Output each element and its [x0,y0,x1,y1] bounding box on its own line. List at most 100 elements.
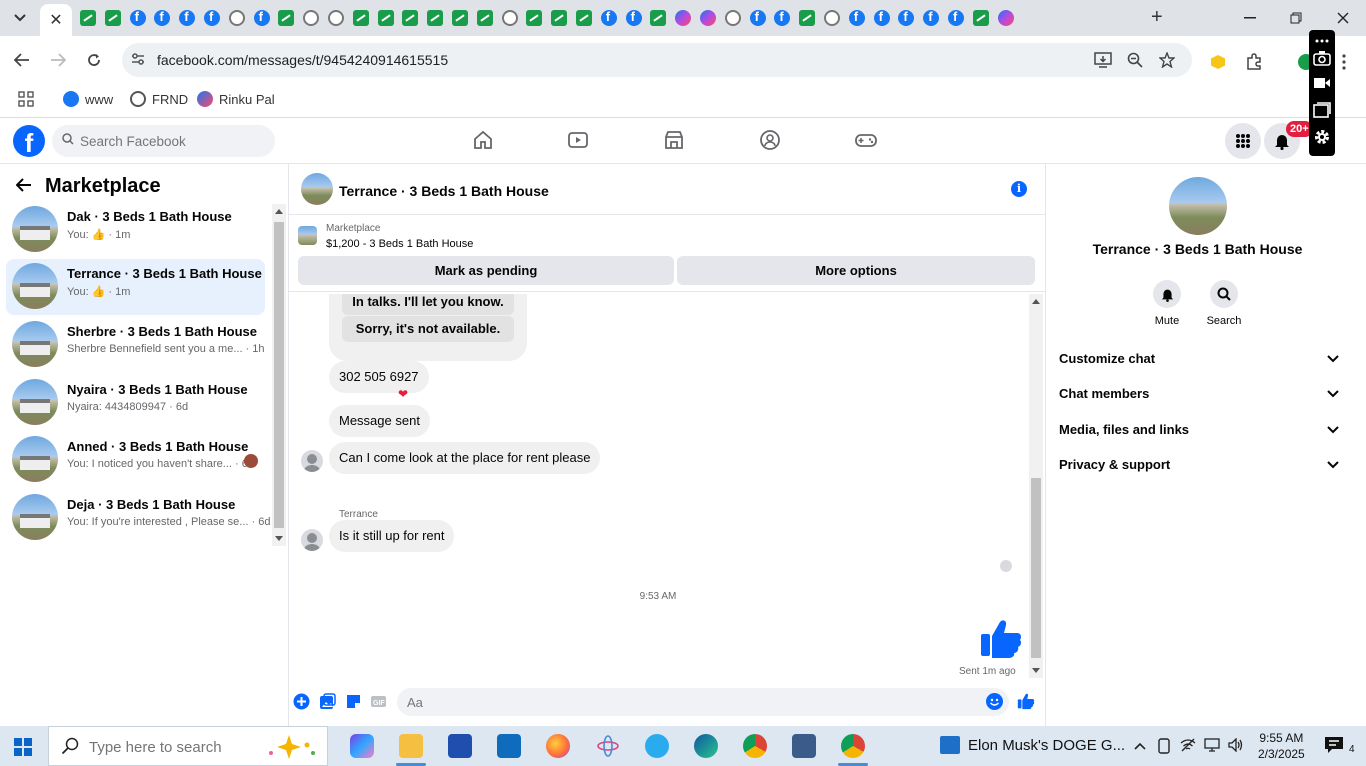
privacy-support-section[interactable]: Privacy & support [1059,449,1339,479]
install-app-icon[interactable] [1094,51,1112,69]
conversation-item[interactable]: Sherbre · 3 Beds 1 Bath House Sherbre Be… [6,317,265,373]
file-explorer-icon[interactable] [399,734,423,758]
window-capture-icon[interactable] [1313,102,1331,120]
taskbar-search-input[interactable] [89,736,249,758]
mute-button[interactable]: Mute [1142,280,1192,327]
tab-favicon-green-icon[interactable] [551,10,568,26]
media-files-links-section[interactable]: Media, files and links [1059,414,1339,444]
chrome-profile-icon[interactable] [841,734,865,758]
active-tab[interactable]: ✕ [40,4,72,36]
tab-close-icon[interactable]: ✕ [49,10,62,30]
tab-favicon-green-icon[interactable] [427,10,444,26]
tab-favicon-facebook-icon[interactable] [204,9,220,26]
back-icon[interactable] [10,48,34,72]
scroll-down-icon[interactable] [275,536,283,541]
tab-favicon-globe-icon[interactable] [724,10,741,26]
video-icon[interactable] [567,129,591,153]
tab-search-chevron-icon[interactable] [8,6,32,30]
action-center-icon[interactable] [1324,736,1344,754]
sticker-icon[interactable] [345,693,363,711]
photo-icon[interactable] [319,693,337,711]
no-network-icon[interactable] [1180,738,1196,754]
groups-icon[interactable] [759,129,783,153]
camera-icon[interactable] [1313,50,1331,68]
tab-favicon-green-icon[interactable] [476,10,493,26]
back-arrow-icon[interactable] [15,176,36,196]
listing-price[interactable]: $1,200 - 3 Beds 1 Bath House [326,238,473,250]
tab-favicon-facebook-icon[interactable] [625,9,642,26]
message-bubble[interactable]: Is it still up for rent [329,520,455,552]
site-info-icon[interactable] [130,51,148,69]
apps-grid-icon[interactable] [18,91,34,107]
chevron-up-icon[interactable] [1132,738,1148,754]
edge-icon[interactable] [694,734,718,758]
restore-icon[interactable] [1284,6,1308,30]
ethernet-icon[interactable] [1204,738,1220,754]
thumbs-up-sticker-icon[interactable] [979,616,1023,660]
address-bar[interactable]: facebook.com/messages/t/9454240914615515 [122,43,1192,77]
facebook-logo-icon[interactable]: f [13,125,45,157]
message-bubble[interactable]: 302 505 6927 [329,361,429,393]
extension-cube-icon[interactable] [1208,52,1228,72]
taskbar-search[interactable] [48,726,328,766]
tab-favicon-green-icon[interactable] [402,10,419,26]
conversation-item[interactable]: Deja · 3 Beds 1 Bath House You: If you'r… [6,490,270,546]
chat-avatar[interactable] [301,173,333,205]
search-input[interactable] [80,125,270,157]
bookmark-rinku-pal[interactable]: Rinku Pal [197,91,275,107]
conversation-item[interactable]: Anned · 3 Beds 1 Bath House You: I notic… [6,432,265,488]
scrollbar-thumb[interactable] [274,222,284,528]
scroll-up-icon[interactable] [275,209,283,214]
tab-favicon-facebook-icon[interactable] [179,9,196,26]
mark-as-pending-button[interactable]: Mark as pending [298,256,674,285]
tab-favicon-facebook-icon[interactable] [154,9,171,26]
scroll-up-icon[interactable] [1032,299,1040,304]
conversation-item-active[interactable]: Terrance · 3 Beds 1 Bath House You: 👍 · … [6,259,265,315]
tab-favicon-facebook-icon[interactable] [129,9,146,26]
tab-favicon-green-icon[interactable] [650,10,667,26]
scroll-down-icon[interactable] [1032,668,1040,673]
store-icon[interactable] [448,734,472,758]
minimize-icon[interactable] [1238,6,1262,30]
sender-avatar[interactable] [301,450,323,472]
remote-app-icon[interactable] [792,734,816,758]
tab-favicon-globe-icon[interactable] [328,10,344,26]
tab-favicon-facebook-icon[interactable] [774,9,791,26]
add-plus-icon[interactable] [293,693,311,711]
tab-favicon-green-icon[interactable] [377,10,394,26]
chrome-icon[interactable] [743,734,767,758]
tab-favicon-green-icon[interactable] [104,10,121,26]
settings-gear-icon[interactable] [1313,128,1331,146]
chat-members-section[interactable]: Chat members [1059,378,1339,408]
tab-favicon-green-icon[interactable] [278,10,295,26]
forward-icon[interactable] [46,48,70,72]
bookmark-frnd[interactable]: FRND [130,91,188,107]
tab-favicon-messenger-icon[interactable] [997,10,1014,26]
tab-favicon-facebook-icon[interactable] [848,9,865,26]
scrollbar-thumb[interactable] [1031,478,1041,658]
message-input[interactable] [397,688,1009,716]
new-tab-button[interactable]: + [1151,6,1163,29]
tab-favicon-globe-icon[interactable] [228,10,245,26]
url-text[interactable]: facebook.com/messages/t/9454240914615515 [157,52,448,68]
message-bubble[interactable]: Message sent [329,405,430,437]
video-record-icon[interactable] [1313,76,1331,94]
tab-favicon-messenger-icon[interactable] [675,10,692,26]
system-clock[interactable]: 9:55 AM 2/3/2025 [1258,730,1305,762]
chat-title[interactable]: Terrance · 3 Beds 1 Bath House [339,183,549,199]
tab-favicon-green-icon[interactable] [80,10,96,26]
tab-favicon-facebook-icon[interactable] [600,9,617,26]
tab-favicon-green-icon[interactable] [452,10,468,26]
tab-favicon-green-icon[interactable] [526,10,543,26]
reload-icon[interactable] [82,48,106,72]
quick-reply-button[interactable]: In talks. I'll let you know. [342,294,514,315]
tab-favicon-globe-icon[interactable] [303,10,320,26]
tab-favicon-green-icon[interactable] [972,10,989,26]
tab-favicon-facebook-icon[interactable] [923,9,940,26]
conversation-list-scrollbar[interactable] [272,204,286,546]
customize-chat-section[interactable]: Customize chat [1059,343,1339,373]
search-in-conversation-button[interactable]: Search [1199,280,1249,327]
conversation-item[interactable]: Dak · 3 Beds 1 Bath House You: 👍 · 1m [6,202,265,258]
windows-start-icon[interactable] [14,738,32,756]
tablet-mode-icon[interactable] [1156,738,1172,754]
